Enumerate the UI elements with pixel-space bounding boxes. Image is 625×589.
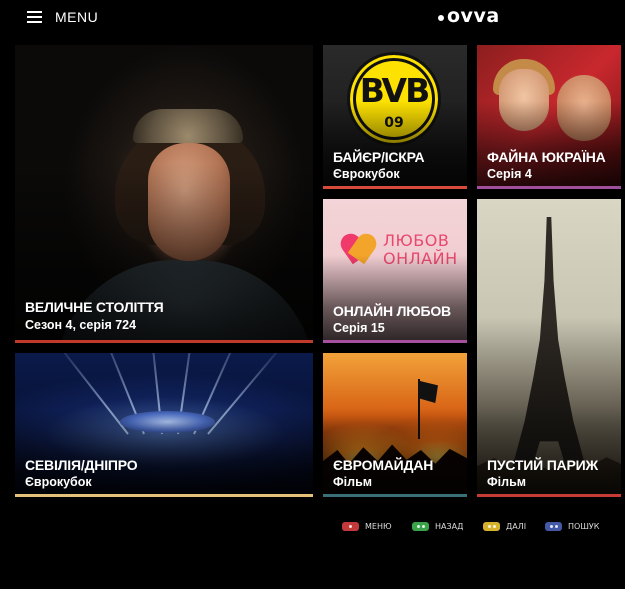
tile-subtitle: Єврокубок — [333, 167, 400, 181]
blue-key-icon — [545, 522, 562, 531]
menu-button[interactable]: MENU — [27, 9, 98, 25]
tile-subtitle: Єврокубок — [25, 475, 92, 489]
tile-yevromaidan[interactable]: ЄВРОМАЙДАН Фільм — [323, 353, 467, 497]
logo-text: ovva — [447, 5, 500, 27]
green-key-icon — [412, 522, 429, 531]
tile-velychne-stolittia[interactable]: ВЕЛИЧНЕ СТОЛІТТЯ Сезон 4, серія 724 — [15, 45, 313, 343]
tile-sevilia-dnipro[interactable]: СЕВІЛІЯ/ДНІПРО Єврокубок — [15, 353, 313, 497]
tile-onlain-liubov[interactable]: ЛЮБОВ ОНЛАЙН ОНЛАЙН ЛЮБОВ Серія 15 — [323, 199, 467, 343]
top-bar: MENU ovva — [0, 0, 625, 38]
tile-subtitle: Фільм — [333, 475, 373, 489]
tile-title: ПУСТИЙ ПАРИЖ — [487, 457, 598, 473]
tile-title: ОНЛАЙН ЛЮБОВ — [333, 303, 451, 319]
legend-label: МЕНЮ — [365, 522, 392, 531]
tile-faina-ukraina[interactable]: ФАЙНА ЮКРАЇНА Серія 4 — [477, 45, 621, 189]
yellow-key-icon — [483, 522, 500, 531]
legend-menu[interactable]: МЕНЮ — [342, 522, 392, 531]
menu-label: MENU — [55, 9, 99, 25]
legend-next[interactable]: ДАЛІ — [483, 522, 526, 531]
tile-title: БАЙЄР/ІСКРА — [333, 149, 425, 165]
legend-back[interactable]: НАЗАД — [412, 522, 463, 531]
tile-subtitle: Серія 15 — [333, 321, 385, 335]
logo-dot-icon — [438, 14, 444, 21]
legend-search[interactable]: ПОШУК — [545, 522, 599, 531]
tile-subtitle: Серія 4 — [487, 167, 532, 181]
tile-title: ЄВРОМАЙДАН — [333, 457, 434, 473]
tile-title: ФАЙНА ЮКРАЇНА — [487, 149, 606, 165]
tile-title: ВЕЛИЧНЕ СТОЛІТТЯ — [25, 299, 164, 315]
tile-baier-iskra[interactable]: BVB 09 БАЙЄР/ІСКРА Єврокубок — [323, 45, 467, 189]
hamburger-icon — [27, 11, 42, 23]
legend-label: ПОШУК — [568, 522, 600, 531]
tile-subtitle: Фільм — [487, 475, 527, 489]
legend-label: ДАЛІ — [506, 522, 527, 531]
ovva-logo: ovva — [438, 5, 500, 27]
tile-pustyi-paryzh[interactable]: ПУСТИЙ ПАРИЖ Фільм — [477, 199, 621, 497]
tile-title: СЕВІЛІЯ/ДНІПРО — [25, 457, 138, 473]
red-key-icon — [342, 522, 359, 531]
legend-label: НАЗАД — [435, 522, 464, 531]
tile-subtitle: Сезон 4, серія 724 — [25, 318, 137, 332]
